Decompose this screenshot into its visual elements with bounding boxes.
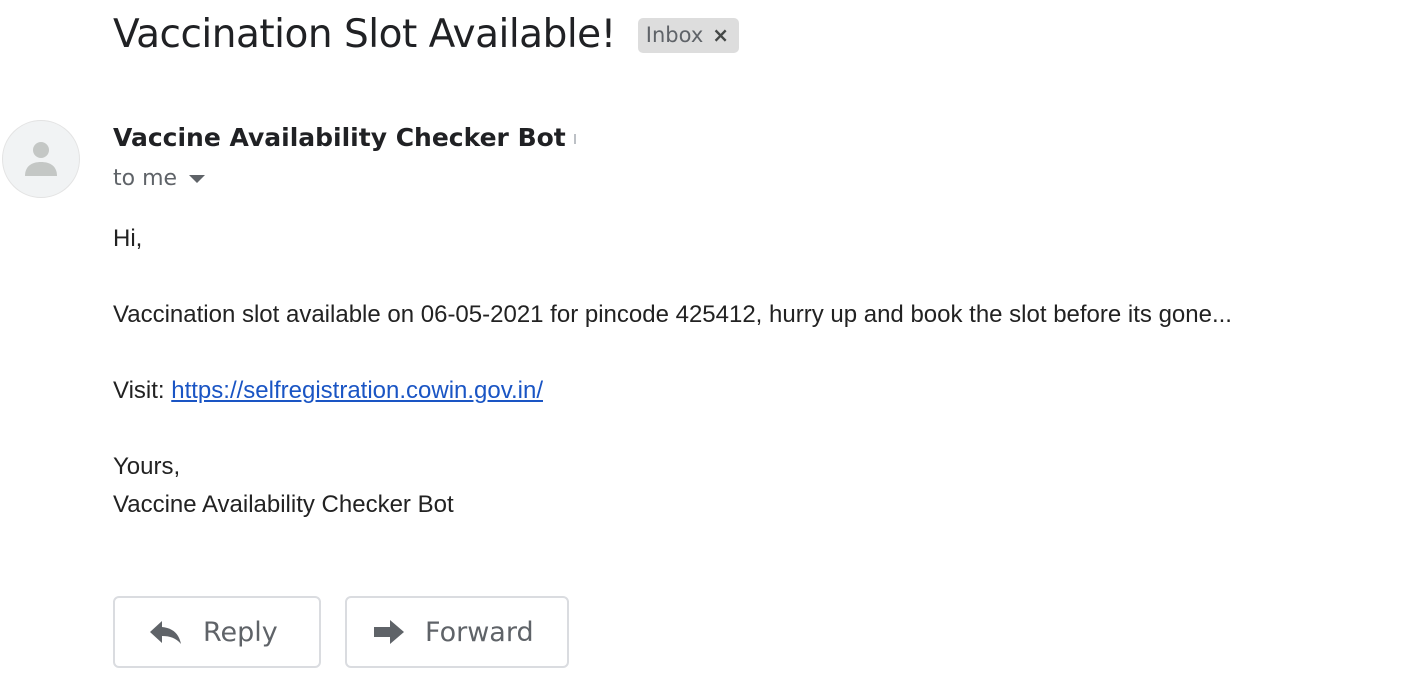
body-closing: Yours,	[113, 453, 181, 480]
remove-label-icon[interactable]: ×	[712, 23, 729, 47]
body-visit-line: Visit: https://selfregistration.cowin.go…	[113, 372, 1232, 410]
recipient-text: to me	[113, 166, 178, 191]
message-actions: Reply Forward	[113, 596, 569, 668]
reply-button[interactable]: Reply	[113, 596, 321, 668]
sender-name[interactable]: Vaccine Availability Checker Bot	[113, 123, 566, 152]
email-subject: Vaccination Slot Available!	[113, 12, 616, 57]
subject-header: Vaccination Slot Available! Inbox ×	[113, 8, 740, 62]
forward-label: Forward	[425, 616, 534, 648]
person-icon	[25, 142, 57, 176]
cowin-link[interactable]: https://selfregistration.cowin.gov.in/	[171, 377, 543, 404]
forward-arrow-icon	[374, 620, 404, 644]
sender-line: Vaccine Availability Checker Bot	[113, 123, 576, 152]
body-signature: Vaccine Availability Checker Bot	[113, 491, 454, 518]
inbox-label-chip[interactable]: Inbox ×	[637, 17, 740, 53]
reply-arrow-icon	[150, 621, 181, 644]
recipient-details-toggle[interactable]: to me	[113, 166, 206, 191]
sender-avatar[interactable]	[2, 120, 80, 198]
sender-email-overflow	[573, 134, 576, 144]
reply-label: Reply	[203, 616, 278, 648]
email-body: Hi, Vaccination slot available on 06-05-…	[113, 220, 1232, 524]
caret-down-icon[interactable]	[189, 174, 206, 183]
body-message: Vaccination slot available on 06-05-2021…	[113, 301, 1232, 328]
body-greeting: Hi,	[113, 225, 143, 252]
forward-button[interactable]: Forward	[345, 596, 569, 668]
visit-prefix: Visit:	[113, 377, 172, 404]
inbox-label-text: Inbox	[645, 23, 704, 47]
